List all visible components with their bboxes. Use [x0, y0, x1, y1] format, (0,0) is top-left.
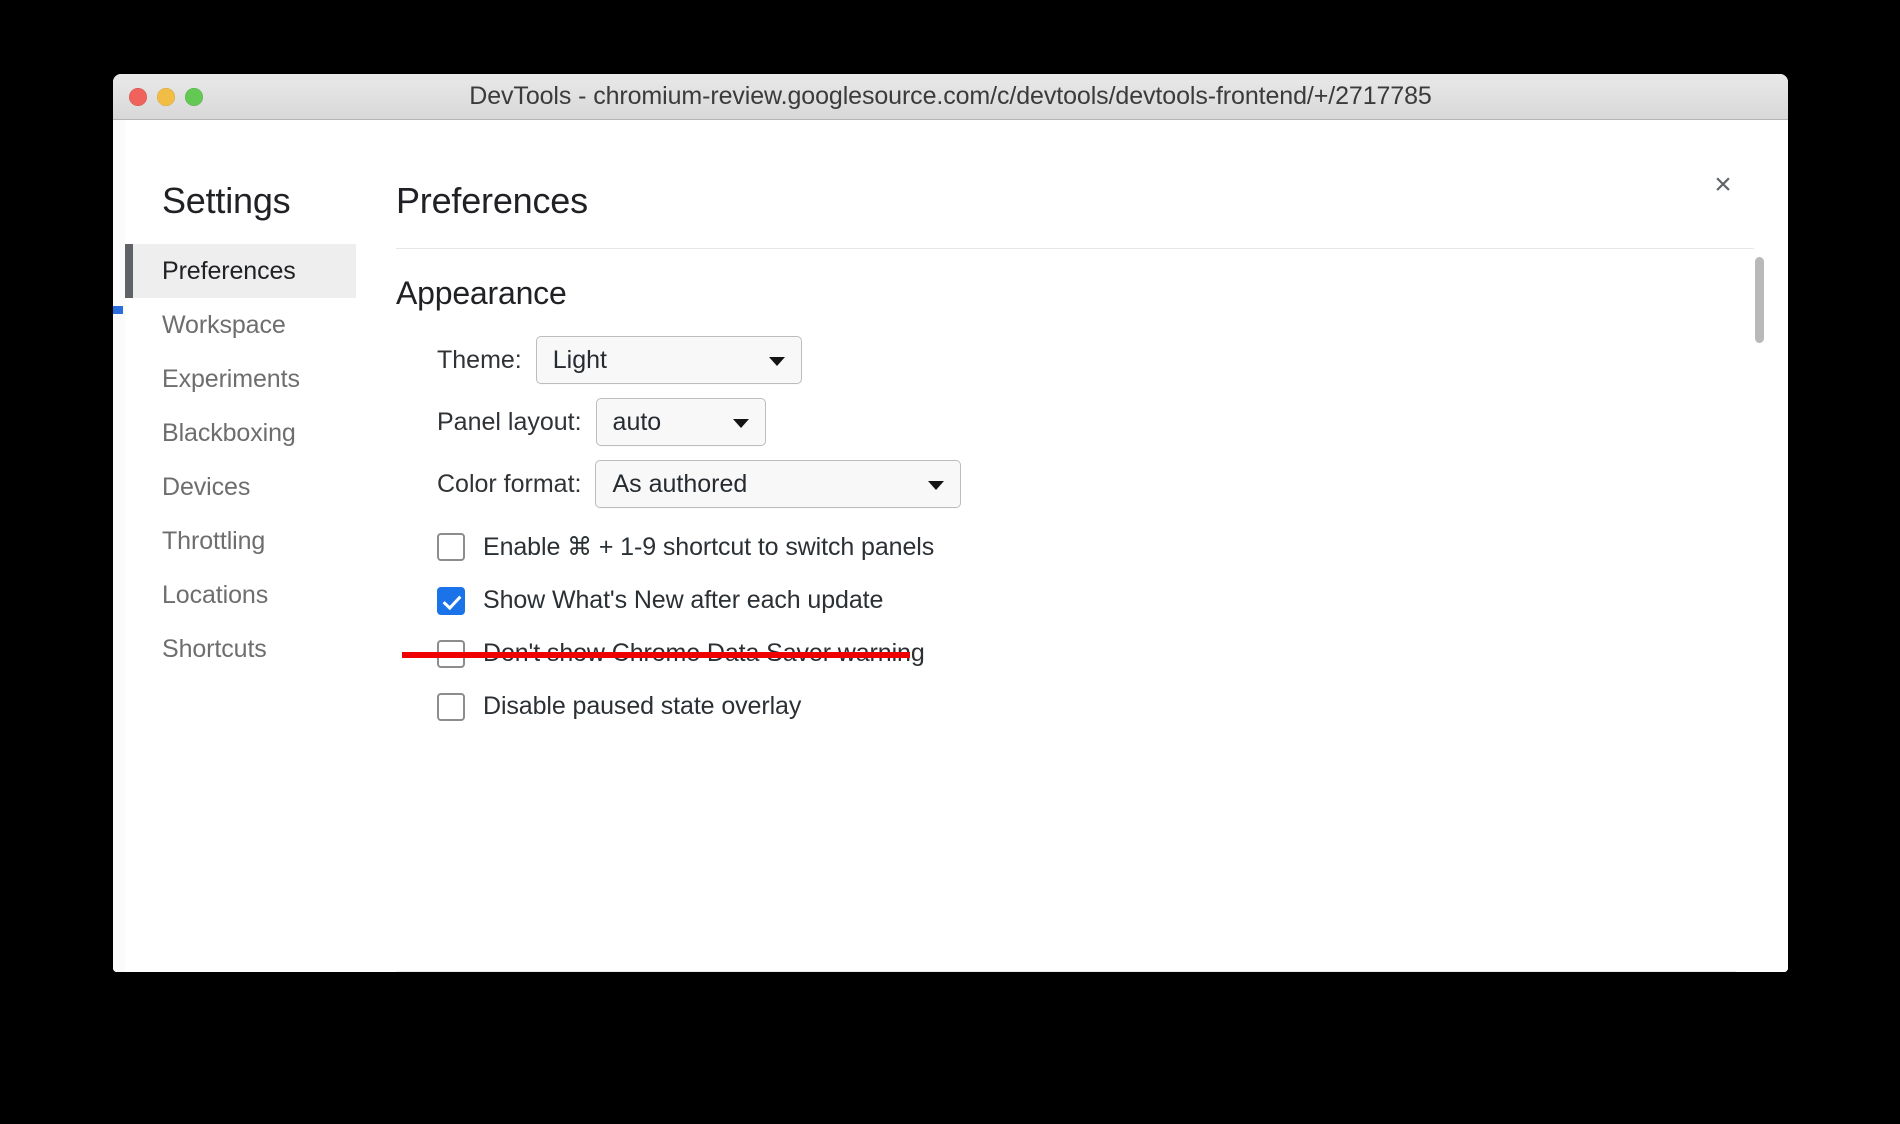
scrollbar-track[interactable]: [1753, 249, 1766, 972]
color-format-select[interactable]: As authored: [595, 460, 962, 508]
app-window: DevTools - chromium-review.googlesource.…: [113, 74, 1788, 972]
settings-title: Settings: [162, 180, 291, 221]
desktop-background: DevTools - chromium-review.googlesource.…: [0, 0, 1900, 1124]
window-titlebar: DevTools - chromium-review.googlesource.…: [113, 74, 1788, 120]
sidebar-item-shortcuts[interactable]: Shortcuts: [125, 622, 356, 676]
settings-sidebar: Settings Preferences Workspace Experimen…: [125, 152, 357, 972]
sidebar-item-preferences[interactable]: Preferences: [125, 244, 356, 298]
preferences-scroll-area: Appearance Theme: Light Panel layout: au…: [371, 249, 1772, 972]
color-format-row: Color format: As authored: [396, 460, 1754, 508]
panel-layout-row: Panel layout: auto: [396, 398, 1754, 446]
checkbox-row-data-saver[interactable]: Don't show Chrome Data Saver warning: [396, 639, 1754, 668]
checkbox-label: Don't show Chrome Data Saver warning: [483, 639, 925, 667]
checkbox-label: Enable ⌘ + 1-9 shortcut to switch panels: [483, 533, 935, 561]
window-title: DevTools - chromium-review.googlesource.…: [469, 82, 1432, 110]
color-format-label: Color format:: [437, 469, 582, 498]
settings-dialog: × Settings Preferences Workspace Experim…: [125, 152, 1772, 972]
checkbox-dont-show-data-saver-warning[interactable]: [437, 639, 465, 668]
sidebar-item-label: Shortcuts: [162, 634, 267, 663]
sidebar-item-blackboxing[interactable]: Blackboxing: [125, 406, 356, 460]
sidebar-item-locations[interactable]: Locations: [125, 568, 356, 622]
theme-select-value: Light: [552, 345, 607, 374]
theme-row: Theme: Light: [396, 336, 1754, 384]
checkbox-label: Show What's New after each update: [483, 586, 884, 614]
sidebar-item-label: Devices: [162, 472, 251, 501]
theme-select[interactable]: Light: [535, 336, 802, 384]
panel-layout-select-value: auto: [612, 407, 662, 436]
background-page-gutter: [113, 120, 125, 972]
checkbox-disable-paused-state-overlay[interactable]: [437, 692, 465, 721]
settings-main-panel: Preferences Appearance Theme: Light Pane…: [357, 152, 1772, 972]
chevron-down-icon: [768, 357, 785, 366]
panel-layout-label: Panel layout:: [437, 407, 582, 436]
checkbox-row-shortcut[interactable]: Enable ⌘ + 1-9 shortcut to switch panels: [396, 532, 1754, 562]
checkbox-label: Disable paused state overlay: [483, 692, 802, 720]
section-title-appearance: Appearance: [396, 275, 567, 311]
sidebar-item-label: Preferences: [162, 256, 296, 285]
window-body: × Settings Preferences Workspace Experim…: [113, 120, 1788, 972]
settings-dialog-body: Settings Preferences Workspace Experimen…: [125, 152, 1772, 972]
panel-layout-select[interactable]: auto: [595, 398, 766, 446]
sidebar-item-throttling[interactable]: Throttling: [125, 514, 356, 568]
checkbox-row-paused-overlay[interactable]: Disable paused state overlay: [396, 692, 1754, 721]
sidebar-item-devices[interactable]: Devices: [125, 460, 356, 514]
minimize-window-button[interactable]: [157, 88, 175, 106]
zoom-window-button[interactable]: [185, 88, 203, 106]
sidebar-item-label: Throttling: [162, 526, 266, 555]
close-window-button[interactable]: [129, 88, 147, 106]
sidebar-item-label: Workspace: [162, 310, 286, 339]
checkbox-show-whats-new[interactable]: [437, 586, 465, 615]
traffic-light-group: [129, 74, 203, 120]
sidebar-item-label: Experiments: [162, 364, 300, 393]
sidebar-item-label: Locations: [162, 580, 269, 609]
color-format-select-value: As authored: [612, 469, 748, 498]
chevron-down-icon: [928, 481, 945, 490]
background-page-marker: [113, 306, 123, 314]
sidebar-item-label: Blackboxing: [162, 418, 296, 447]
scrollbar-thumb[interactable]: [1755, 257, 1764, 343]
sidebar-item-experiments[interactable]: Experiments: [125, 352, 356, 406]
checkbox-row-whats-new[interactable]: Show What's New after each update: [396, 586, 1754, 615]
panel-bottom-divider: [396, 971, 1736, 972]
sidebar-item-workspace[interactable]: Workspace: [125, 298, 356, 352]
chevron-down-icon: [732, 419, 749, 428]
theme-label: Theme:: [437, 345, 522, 374]
page-title: Preferences: [396, 180, 588, 221]
checkbox-enable-shortcut[interactable]: [437, 533, 465, 561]
